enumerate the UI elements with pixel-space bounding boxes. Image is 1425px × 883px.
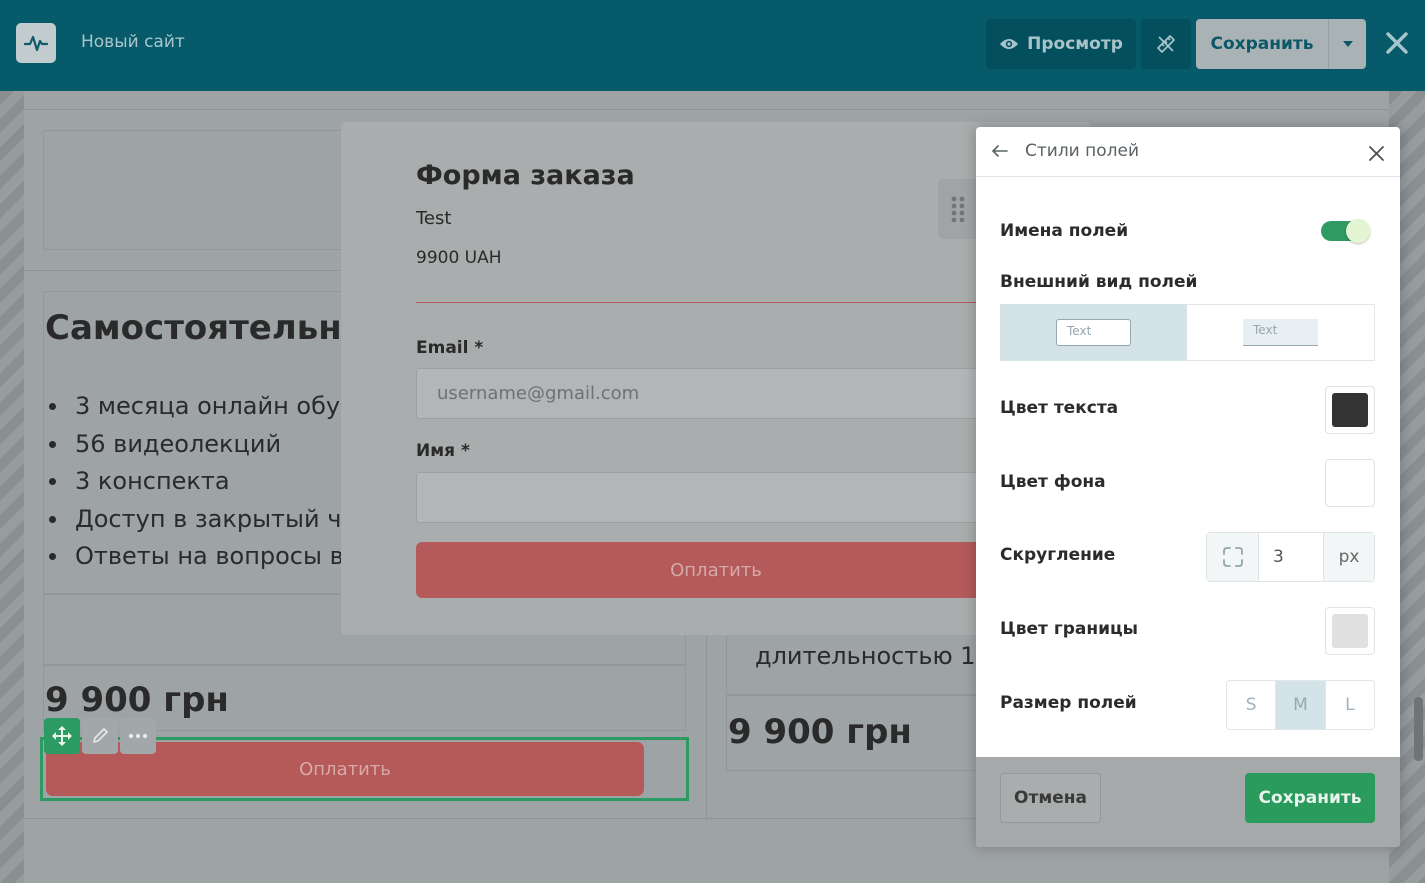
border-color-label: Цвет границы	[1000, 619, 1138, 639]
name-field[interactable]	[416, 472, 1016, 523]
form-pay-button[interactable]: Оплатить	[416, 542, 1016, 598]
list-item: Ответы на вопросы в ч	[45, 538, 370, 576]
email-field[interactable]	[416, 368, 1016, 419]
more-dots-icon	[128, 733, 148, 739]
drag-handle[interactable]	[938, 179, 978, 239]
radius-label: Скругление	[1000, 545, 1116, 565]
form-price: 9900 UAH	[416, 248, 502, 268]
list-item: Доступ в закрытый чат	[45, 501, 370, 539]
panel-close-button[interactable]	[1364, 141, 1388, 165]
size-option-l[interactable]: L	[1326, 681, 1374, 729]
plan-heading: Самостоятельны	[45, 308, 373, 348]
caret-down-icon	[1342, 41, 1353, 47]
appearance-option-boxed[interactable]: Text	[1000, 304, 1187, 361]
field-size-selector: S M L	[1226, 680, 1375, 730]
move-block-button[interactable]	[44, 718, 80, 754]
text-color-label: Цвет текста	[1000, 398, 1119, 418]
preview-button[interactable]: Просмотр	[986, 19, 1136, 69]
size-option-m[interactable]: M	[1276, 681, 1326, 729]
field-names-toggle[interactable]	[1321, 219, 1370, 243]
bg-color-picker[interactable]	[1325, 459, 1375, 507]
panel-title: Стили полей	[1025, 141, 1140, 161]
radius-corners-icon	[1222, 547, 1243, 567]
site-name[interactable]: Новый сайт	[81, 32, 185, 52]
move-icon	[52, 726, 72, 746]
save-options-dropdown[interactable]	[1328, 19, 1366, 69]
drag-dots-icon	[951, 196, 965, 222]
close-editor-button[interactable]	[1381, 25, 1413, 61]
preview-label: Просмотр	[1027, 34, 1123, 54]
corner-radius-icon[interactable]	[1207, 533, 1259, 581]
ruler-pencil-icon	[1157, 35, 1175, 53]
radius-control: px	[1206, 532, 1375, 582]
bg-color-label: Цвет фона	[1000, 472, 1106, 492]
arrow-left-icon	[992, 145, 1008, 157]
form-subtitle: Test	[416, 208, 452, 229]
back-button[interactable]	[990, 140, 1010, 162]
email-label: Email *	[416, 338, 484, 358]
price-right: 9 900 грн	[728, 712, 912, 752]
page-margin-left	[0, 91, 24, 883]
price-left: 9 900 грн	[45, 680, 229, 720]
close-icon	[1386, 32, 1408, 54]
border-color-picker[interactable]	[1325, 607, 1375, 655]
bg-color-swatch	[1332, 466, 1368, 500]
panel-save-button[interactable]: Сохранить	[1245, 773, 1375, 823]
appearance-selector: Text Text	[1000, 304, 1375, 361]
toggle-knob	[1346, 219, 1370, 243]
list-item: 56 видеолекций	[45, 426, 370, 464]
cancel-button[interactable]: Отмена	[1000, 773, 1101, 823]
more-options-button[interactable]	[120, 718, 156, 754]
text-color-picker[interactable]	[1325, 386, 1375, 434]
pulse-icon	[24, 35, 48, 52]
top-bar: Новый сайт Просмотр Сохранить	[0, 0, 1425, 91]
list-item: 3 конспекта	[45, 463, 370, 501]
edit-block-button[interactable]	[82, 718, 118, 754]
pencil-icon	[93, 728, 108, 743]
underline-field-sample: Text	[1243, 319, 1318, 346]
field-styles-panel: Стили полей Имена полей Внешний вид поле…	[976, 127, 1400, 847]
divider	[24, 109, 1389, 110]
appearance-option-underline[interactable]: Text	[1187, 304, 1375, 361]
radius-unit: px	[1323, 533, 1374, 581]
border-color-swatch	[1332, 614, 1368, 648]
name-label: Имя *	[416, 441, 470, 461]
close-icon	[1368, 145, 1384, 161]
content-block	[43, 130, 343, 250]
size-option-s[interactable]: S	[1227, 681, 1277, 729]
page-scrollbar[interactable]	[1414, 697, 1423, 761]
form-title: Форма заказа	[416, 160, 635, 191]
text-color-swatch	[1332, 393, 1368, 427]
save-button[interactable]: Сохранить	[1196, 19, 1328, 69]
form-divider	[416, 302, 1056, 303]
design-tools-button[interactable]	[1141, 19, 1191, 69]
panel-footer: Отмена Сохранить	[976, 757, 1400, 847]
appearance-label: Внешний вид полей	[1000, 272, 1198, 292]
duration-text: длительностью 1 ч	[755, 642, 998, 670]
boxed-field-sample: Text	[1056, 319, 1131, 346]
size-label: Размер полей	[1000, 693, 1137, 713]
list-item: 3 месяца онлайн обуче	[45, 388, 370, 426]
field-names-label: Имена полей	[1000, 221, 1129, 241]
radius-input[interactable]	[1259, 533, 1323, 581]
eye-icon	[1000, 39, 1019, 49]
panel-header: Стили полей	[976, 127, 1400, 177]
app-logo[interactable]	[16, 23, 56, 63]
feature-list: 3 месяца онлайн обуче 56 видеолекций 3 к…	[45, 388, 370, 576]
